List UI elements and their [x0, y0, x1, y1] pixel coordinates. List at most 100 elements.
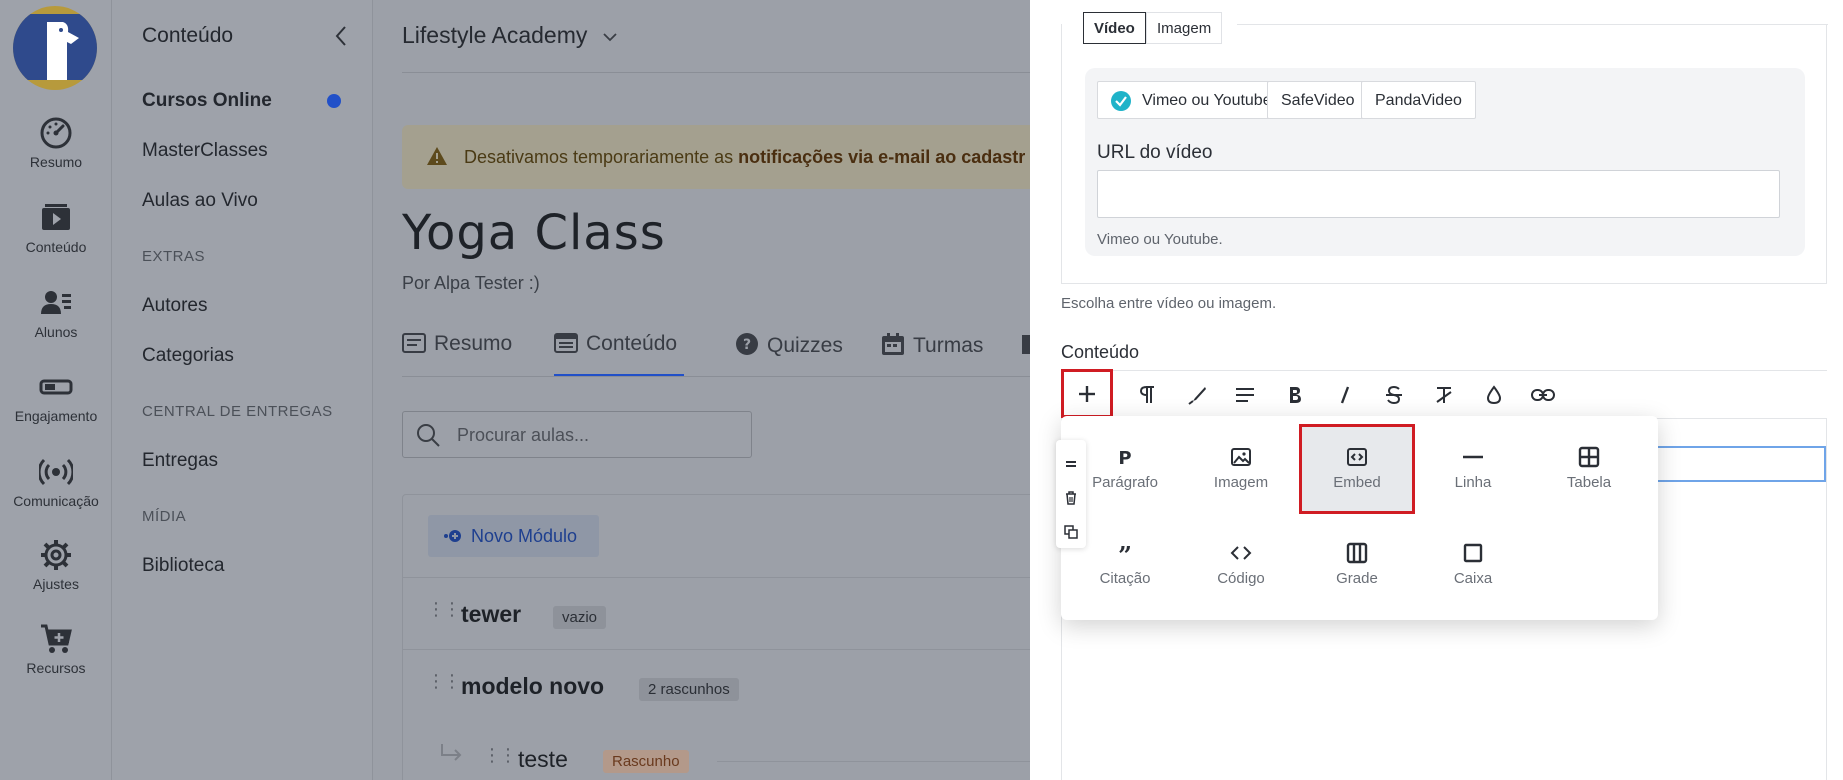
brand-logo[interactable]: [13, 6, 97, 90]
tab-conteudo[interactable]: Conteúdo: [554, 332, 677, 356]
bold-icon: [1290, 387, 1301, 403]
chevron-left-icon[interactable]: [328, 22, 356, 50]
rail-label: Engajamento: [14, 408, 98, 424]
cart-plus-icon: [41, 624, 72, 653]
sidebar-title: Conteúdo: [142, 24, 234, 47]
bold-button[interactable]: [1278, 378, 1312, 412]
sidebar-item-biblioteca[interactable]: Biblioteca: [142, 555, 224, 577]
sidebar-item-categorias[interactable]: Categorias: [142, 345, 234, 367]
tab-video[interactable]: Vídeo: [1083, 12, 1146, 44]
link-icon: [1531, 389, 1555, 401]
strikethrough-button[interactable]: [1377, 378, 1411, 412]
alert-bold: notificações via e-mail ao cadastr: [738, 147, 1026, 167]
new-module-button[interactable]: Novo Módulo: [428, 515, 599, 557]
rail-label: Comunicação: [13, 493, 99, 509]
color-button[interactable]: [1477, 378, 1511, 412]
content-list-icon: [554, 333, 578, 353]
modules-list: Novo Módulo ⋮⋮ tewer vazio ⋮⋮ modelo nov…: [402, 494, 1030, 780]
lesson-editor-drawer: Vídeo Imagem Vimeo ou Youtube SafeVideo …: [1030, 0, 1843, 780]
clear-format-icon: [1436, 387, 1452, 403]
sidebar-item-autores[interactable]: Autores: [142, 295, 207, 317]
warning-alert: Desativamos temporariamente as notificaç…: [402, 125, 1030, 189]
sidebar-item-entregas[interactable]: Entregas: [142, 450, 218, 472]
link-button[interactable]: [1526, 378, 1560, 412]
highlight-button[interactable]: [1180, 378, 1214, 412]
rail-item-recursos[interactable]: Recursos: [0, 622, 112, 676]
quote-icon: ”: [1118, 542, 1132, 564]
search-icon: [417, 424, 440, 447]
rail-item-conteudo[interactable]: Conteúdo: [0, 201, 112, 255]
warning-icon: [427, 147, 447, 165]
block-grade[interactable]: Grade: [1299, 520, 1415, 610]
block-caixa[interactable]: Caixa: [1415, 520, 1531, 610]
add-block-button[interactable]: [1061, 369, 1113, 418]
media-box: Vídeo Imagem Vimeo ou Youtube SafeVideo …: [1061, 12, 1828, 284]
drag-handle-icon[interactable]: ⋮⋮: [483, 745, 517, 766]
org-switcher[interactable]: Lifestyle Academy: [402, 22, 618, 49]
org-name: Lifestyle Academy: [402, 22, 588, 48]
drag-handle-icon[interactable]: ⋮⋮: [427, 671, 461, 692]
tab-icon: [1022, 335, 1030, 354]
alert-text: Desativamos temporariamente as notificaç…: [464, 147, 1025, 168]
block-imagem[interactable]: Imagem: [1183, 424, 1299, 514]
rail-item-resumo[interactable]: Resumo: [0, 116, 112, 170]
tab-resumo[interactable]: Resumo: [402, 332, 512, 356]
provider-vimeo-youtube[interactable]: Vimeo ou Youtube: [1097, 81, 1286, 119]
horizontal-line-icon: [1463, 455, 1483, 459]
content-label: Conteúdo: [1061, 342, 1140, 362]
drag-handle-icon[interactable]: ⋮⋮: [427, 599, 461, 620]
rail-label: Resumo: [29, 154, 83, 170]
block-label: Código: [1217, 570, 1265, 587]
video-url-input[interactable]: [1097, 170, 1780, 218]
block-codigo[interactable]: Código: [1183, 520, 1299, 610]
search-input[interactable]: [457, 422, 737, 448]
question-icon: ?: [736, 333, 758, 355]
block-embed[interactable]: Embed: [1299, 424, 1415, 514]
italic-button[interactable]: [1328, 378, 1362, 412]
tab-label: Resumo: [434, 332, 513, 355]
clear-format-button[interactable]: [1427, 378, 1461, 412]
sidebar-item-cursos-online[interactable]: Cursos Online: [142, 90, 272, 112]
section-extras: EXTRAS: [142, 248, 206, 265]
block-label: Imagem: [1213, 474, 1269, 491]
check-circle-icon: [1111, 91, 1131, 111]
module-name[interactable]: modelo novo: [461, 673, 604, 700]
block-label: Grade: [1336, 570, 1378, 587]
content-sidebar: Conteúdo Cursos Online MasterClasses Aul…: [112, 0, 373, 780]
lesson-search: [402, 411, 752, 458]
provider-safevideo[interactable]: SafeVideo: [1267, 81, 1369, 119]
block-picker: P Parágrafo Imagem Embed Linha Tabela ” …: [1061, 416, 1658, 620]
sidebar-item-aulas-ao-vivo[interactable]: Aulas ao Vivo: [142, 190, 258, 212]
tab-next-cut[interactable]: [1021, 332, 1030, 358]
block-tabela[interactable]: Tabela: [1531, 424, 1647, 514]
paragraph-button[interactable]: [1130, 378, 1164, 412]
rail-item-engajamento[interactable]: Engajamento: [0, 370, 112, 424]
divider: [717, 761, 1030, 762]
new-module-label: Novo Módulo: [471, 526, 578, 546]
block-linha[interactable]: Linha: [1415, 424, 1531, 514]
tab-imagem[interactable]: Imagem: [1146, 12, 1223, 44]
module-name[interactable]: tewer: [461, 601, 521, 628]
tab-turmas[interactable]: Turmas: [881, 332, 983, 358]
sidebar-item-masterclasses[interactable]: MasterClasses: [142, 140, 268, 162]
tab-quizzes[interactable]: ? Quizzes: [735, 332, 843, 358]
lesson-name[interactable]: teste: [518, 746, 568, 773]
block-label: Embed: [1333, 474, 1381, 491]
duplicate-icon[interactable]: [1063, 524, 1079, 540]
pilcrow-icon: [1139, 386, 1154, 403]
divider: [402, 72, 1030, 73]
divider: [1237, 24, 1828, 25]
align-button[interactable]: [1228, 378, 1262, 412]
rail-item-ajustes[interactable]: Ajustes: [0, 538, 112, 592]
drag-lines-icon[interactable]: [1063, 456, 1079, 472]
rail-item-alunos[interactable]: Alunos: [0, 286, 112, 340]
rail-item-comunicacao[interactable]: Comunicação: [0, 455, 112, 509]
trash-icon[interactable]: [1063, 490, 1079, 506]
provider-pandavideo[interactable]: PandaVideo: [1361, 81, 1476, 119]
block-label: Parágrafo: [1092, 474, 1158, 491]
course-main: Lifestyle Academy Desativamos temporaria…: [373, 0, 1030, 780]
table-icon: [1578, 446, 1600, 468]
calendar-icon: [882, 333, 904, 355]
plus-icon: [1079, 385, 1095, 402]
tab-label: Turmas: [913, 334, 984, 357]
